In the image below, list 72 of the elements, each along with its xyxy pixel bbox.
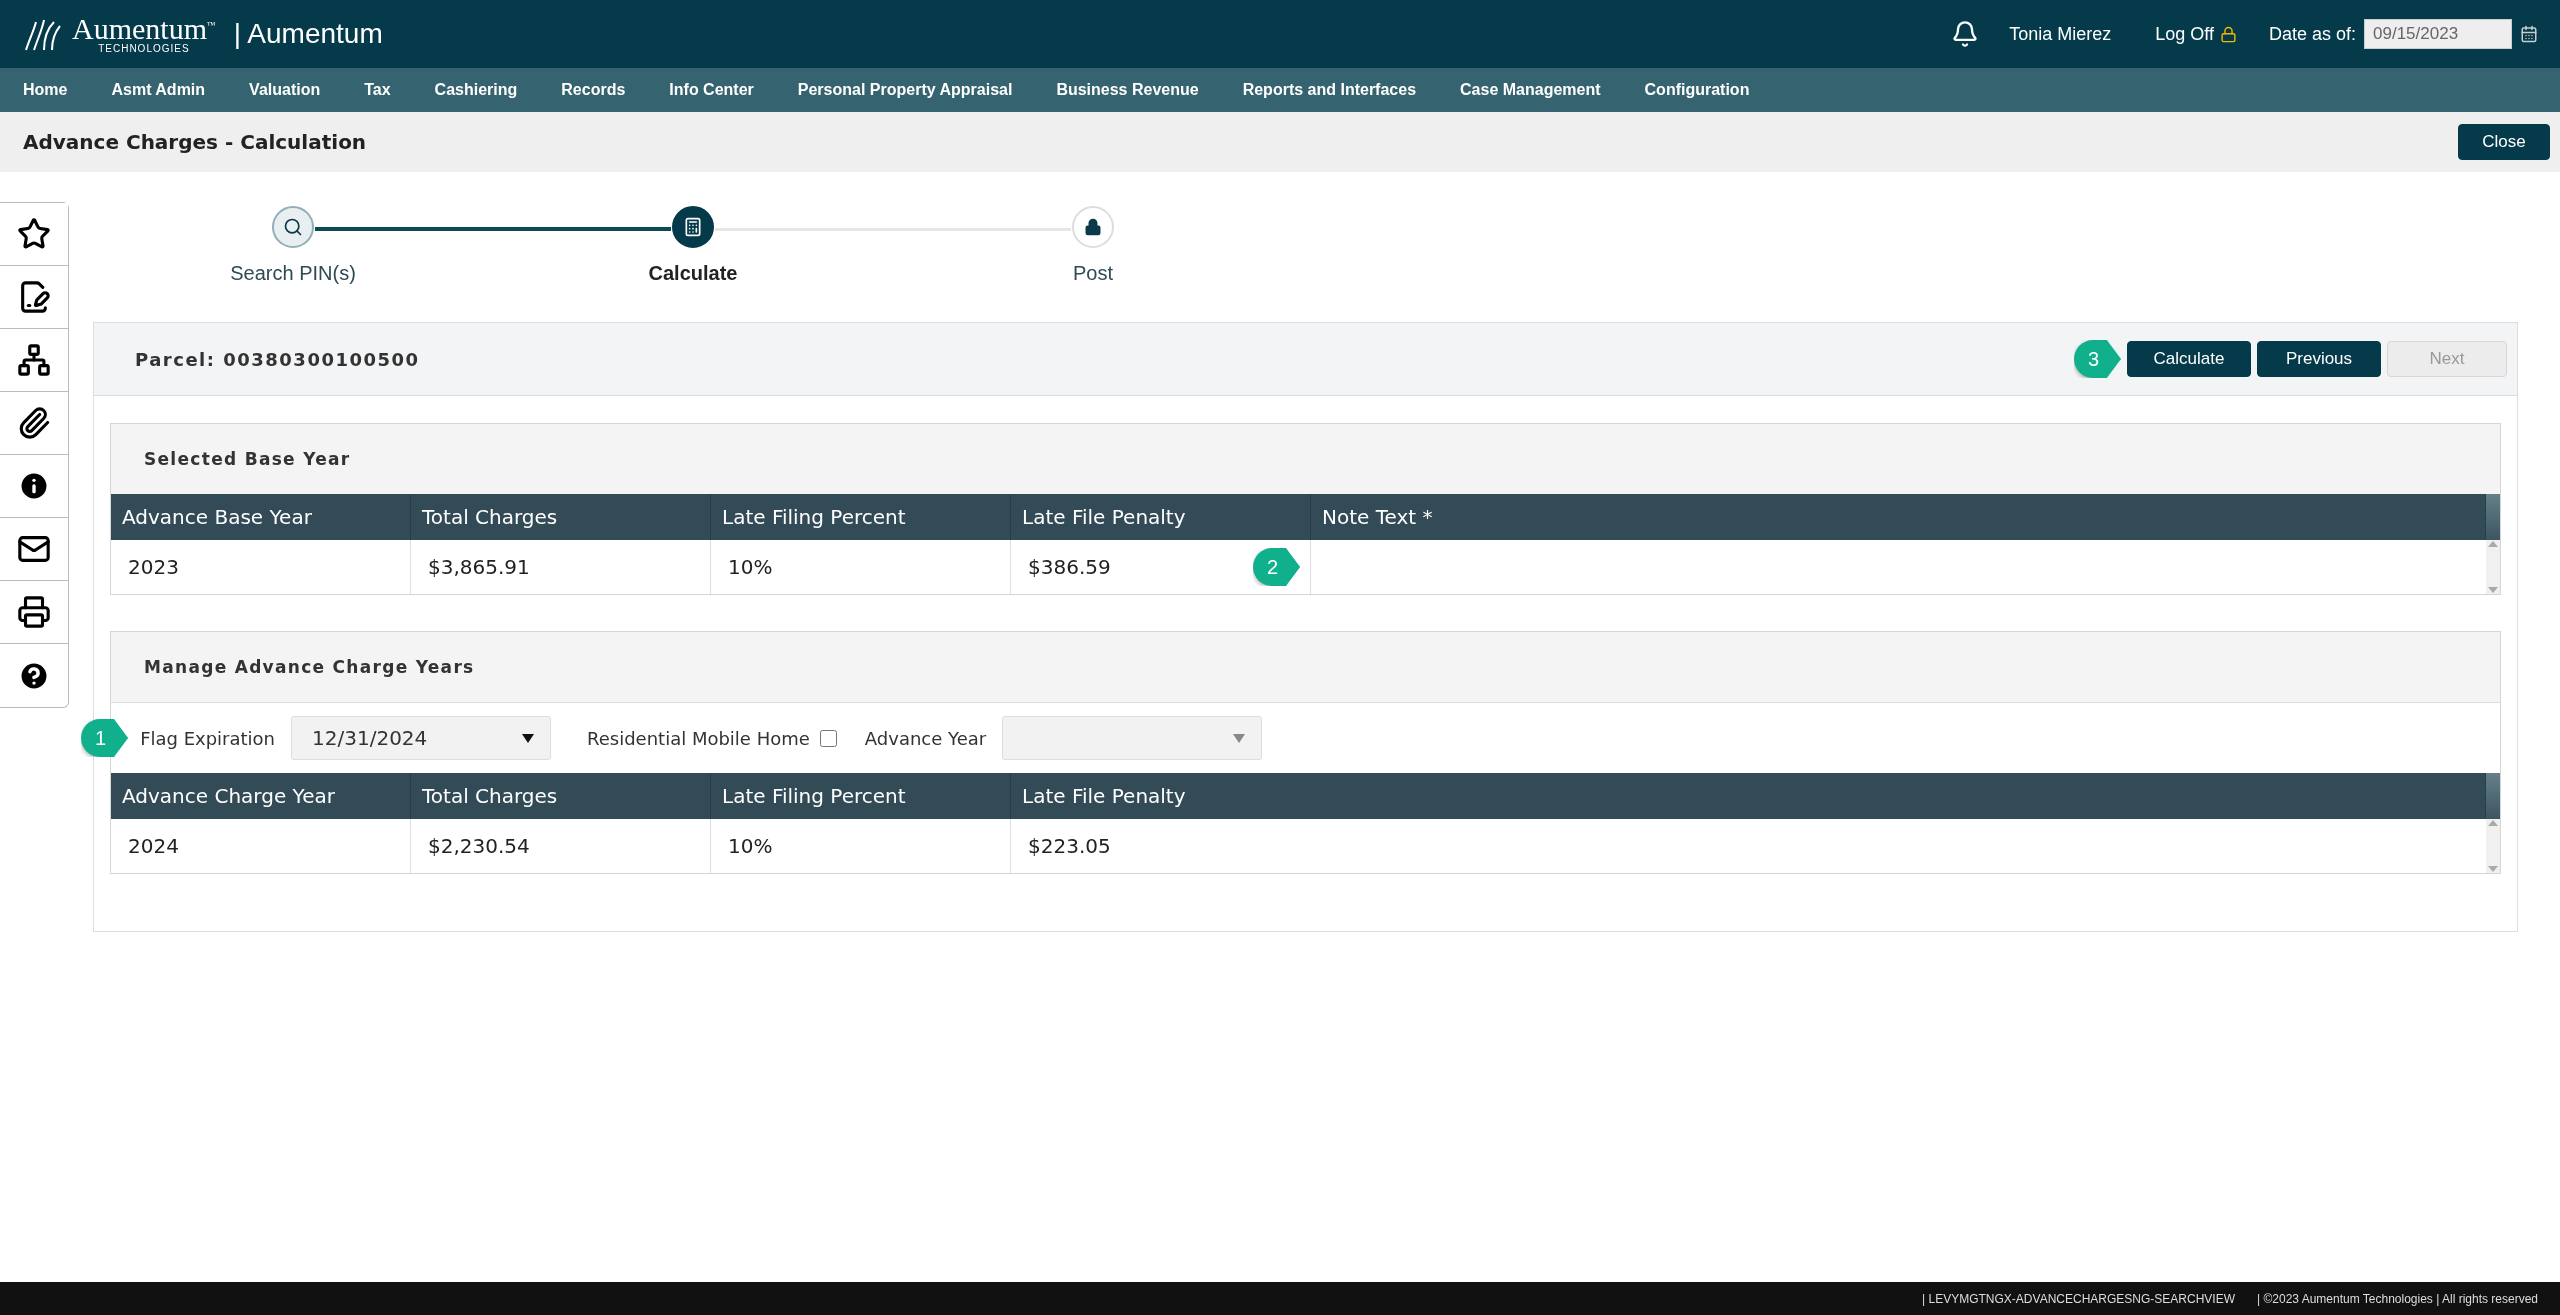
flag-expiration-label: Flag Expiration xyxy=(140,727,276,749)
step-label: Search PIN(s) xyxy=(230,262,356,285)
action-button[interactable]: Previous xyxy=(2257,341,2381,377)
nav-menu-item[interactable]: Tax xyxy=(364,81,391,99)
view-id-text: | LEVYMGTNGX-ADVANCECHARGESNG-SEARCHVIEW xyxy=(1922,1291,2235,1306)
nav-menu-item[interactable]: Cashiering xyxy=(434,81,518,99)
column-header: Late Filing Percent xyxy=(711,773,1011,819)
caret-icon xyxy=(522,733,535,743)
step-label: Post xyxy=(1073,262,1113,285)
nav-menu-item[interactable]: Reports and Interfaces xyxy=(1242,81,1417,99)
column-header: Total Charges xyxy=(411,494,711,540)
mobile-home-label: Residential Mobile Home xyxy=(587,727,810,749)
flag-expiration-dropdown[interactable]: 12/31/2024 xyxy=(291,716,552,760)
column-header: Late File Penalty xyxy=(1011,773,2486,819)
scrollbar-header xyxy=(2486,494,2500,540)
logo-subtitle: TECHNOLOGIES xyxy=(98,44,190,54)
bell-icon[interactable] xyxy=(1951,20,1980,48)
copyright-text: | ©2023 Aumentum Technologies | All rights reserved xyxy=(2257,1291,2538,1306)
column-header: Late Filing Percent xyxy=(711,494,1011,540)
callout-marker: 1 xyxy=(81,719,129,757)
nav-menu-item[interactable]: Asmt Admin xyxy=(111,81,206,99)
table-cell: 10% xyxy=(711,819,1011,873)
calendar-icon[interactable] xyxy=(2520,25,2538,43)
close-button[interactable]: Close xyxy=(2458,124,2550,160)
table-cell: 2024 xyxy=(111,819,411,873)
lock-icon xyxy=(2219,25,2237,43)
column-header: Total Charges xyxy=(411,773,711,819)
scrollbar-header xyxy=(2486,773,2500,819)
column-header: Advance Base Year xyxy=(111,494,411,540)
nav-menu-item[interactable]: Home xyxy=(23,81,68,99)
nav-menu-item[interactable]: Configuration xyxy=(1644,81,1750,99)
date-label: Date as of: xyxy=(2268,23,2356,45)
page-title: Advance Charges - Calculation xyxy=(23,130,367,154)
action-button[interactable]: Calculate xyxy=(2127,341,2251,377)
star-icon xyxy=(17,217,51,251)
hierarchy-icon xyxy=(17,343,51,377)
search-icon xyxy=(283,217,303,237)
nav-menu-item[interactable]: Business Revenue xyxy=(1056,81,1199,99)
callout-marker: 2 xyxy=(1253,548,1301,586)
table-cell: $2,230.54 xyxy=(411,819,711,873)
column-header: Note Text * xyxy=(1311,494,2486,540)
table-cell: $3,865.91 xyxy=(411,540,711,594)
mobile-home-checkbox[interactable] xyxy=(819,729,837,747)
parcel-title: Parcel: 00380300100500 xyxy=(135,348,420,370)
callout-marker: 3 xyxy=(2073,340,2121,378)
nav-menu-item[interactable]: Case Management xyxy=(1460,81,1601,99)
date-input[interactable]: 09/15/2023 xyxy=(2364,19,2512,49)
log-off-link[interactable]: Log Off xyxy=(2155,23,2237,45)
table-cell: 2023 xyxy=(111,540,411,594)
column-header: Late File Penalty xyxy=(1011,494,1311,540)
lock-icon xyxy=(1084,218,1102,236)
nav-menu-item[interactable]: Info Center xyxy=(669,81,754,99)
advance-year-label: Advance Year xyxy=(864,727,987,749)
step-label: Calculate xyxy=(648,262,738,285)
table-cell: 10% xyxy=(711,540,1011,594)
sidebar-button[interactable] xyxy=(0,203,68,266)
app-name: | Aumentum xyxy=(233,18,383,50)
nav-menu-item[interactable]: Valuation xyxy=(249,81,321,99)
user-name: Tonia Mierez xyxy=(2009,23,2112,45)
nav-menu-item[interactable]: Records xyxy=(561,81,626,99)
logo-wordmark: Aumentum$^{™}$ xyxy=(72,14,216,44)
nav-menu-item[interactable]: Personal Property Appraisal xyxy=(797,81,1013,99)
caret-icon xyxy=(1233,733,1246,743)
column-header: Advance Charge Year xyxy=(111,773,411,819)
panel-title: Manage Advance Charge Years xyxy=(144,657,475,677)
printer-icon xyxy=(17,595,51,629)
calculator-icon xyxy=(683,217,703,237)
table-cell-text: $223.05 xyxy=(1027,833,1112,860)
step-circle[interactable] xyxy=(672,206,714,248)
step-circle[interactable] xyxy=(272,206,314,248)
paperclip-icon xyxy=(17,406,51,440)
panel-title: Selected Base Year xyxy=(144,449,351,469)
